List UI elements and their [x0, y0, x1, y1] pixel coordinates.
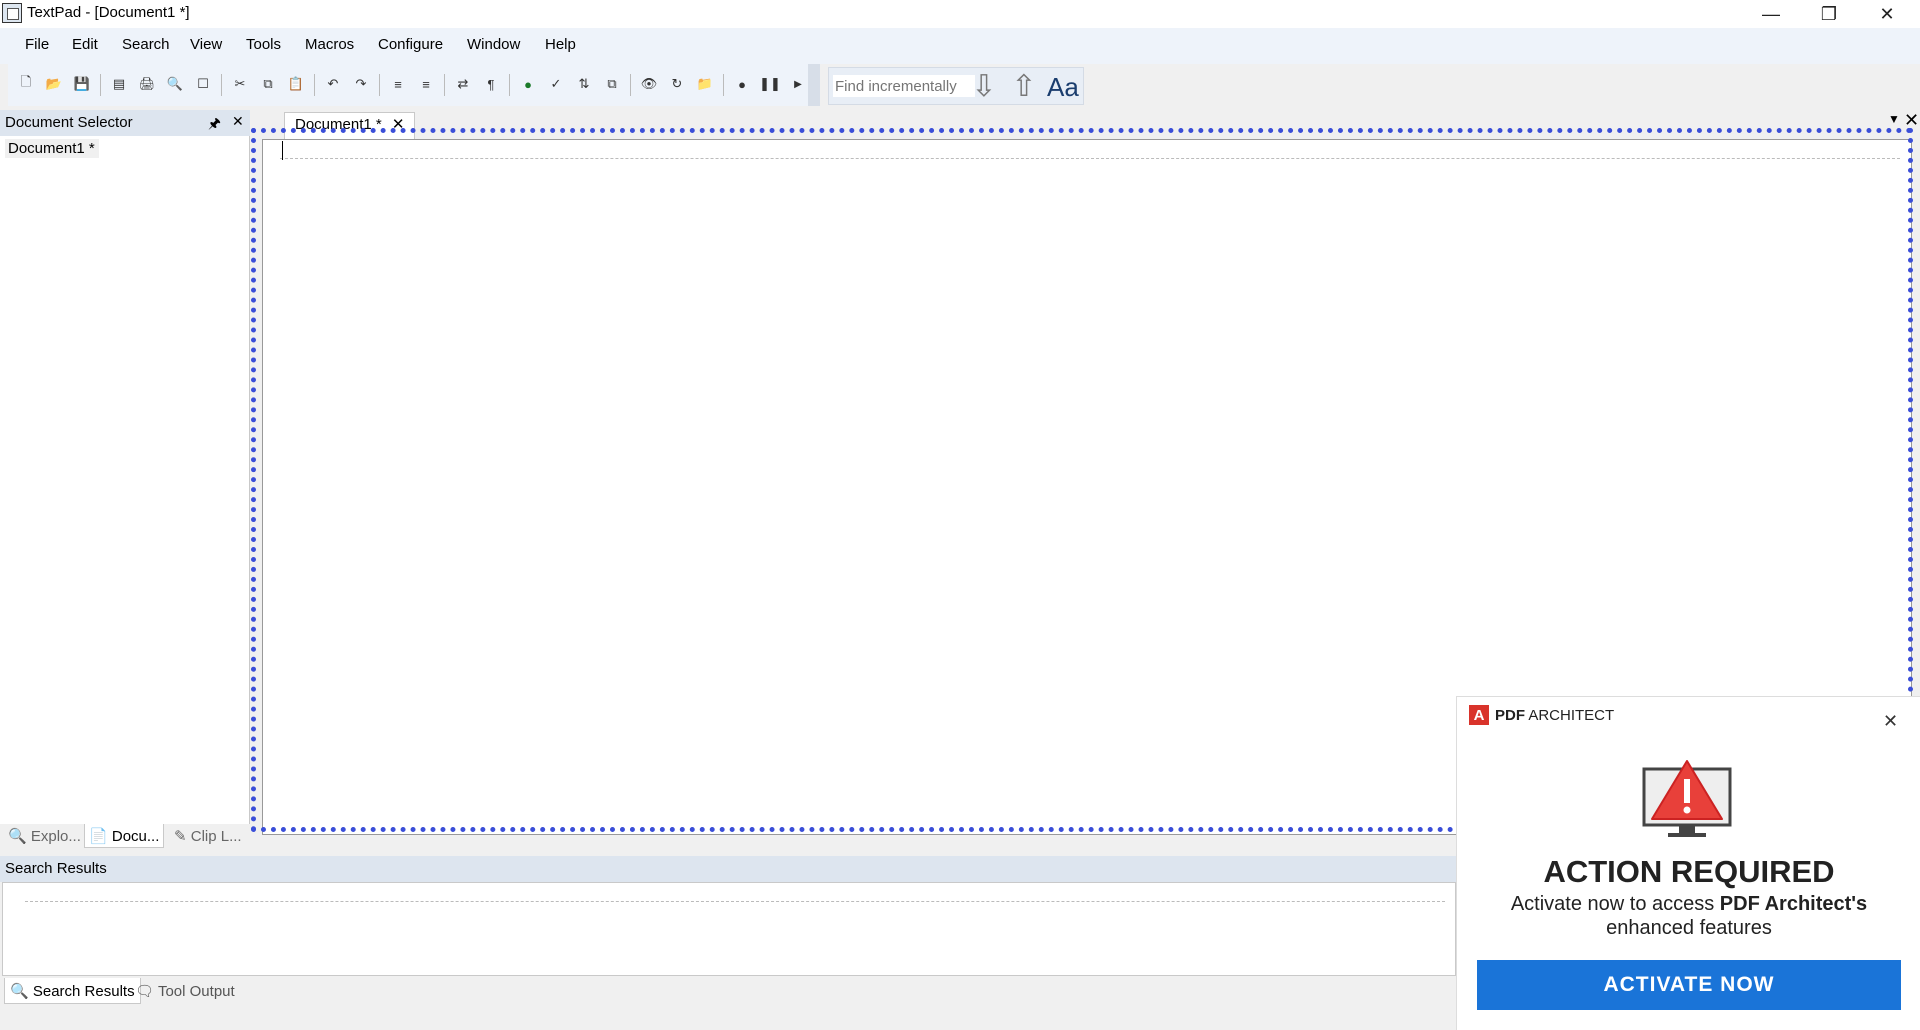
toolbar: 🗋 📂 💾 ▤ 🖨 🔍 ☐ ✂ ⧉ 📋 ↶ ↷ ≡ ≡ ⇄ ¶ ● ✓ ⇅ ⧉ … — [8, 64, 820, 106]
search-results-icon: 🔍 — [10, 983, 29, 1000]
close-window-button[interactable]: ✕ — [1858, 0, 1916, 28]
tab-clip-library[interactable]: ✎ Clip L... — [170, 824, 246, 848]
search-results-header: Search Results — [0, 856, 1456, 882]
search-results-pane[interactable] — [2, 882, 1456, 976]
document-selector-list: Document1 * — [0, 136, 250, 824]
textpad-app-icon[interactable] — [2, 3, 22, 23]
incremental-find-toolbar: ⇩ ⇧ Aa — [828, 67, 1084, 105]
pdf-architect-logo-icon: A — [1469, 705, 1489, 725]
page-icon[interactable]: ☐ — [193, 74, 213, 94]
tab-tool-output[interactable]: 🗨 Tool Output — [130, 978, 240, 1004]
menu-tools[interactable]: Tools — [246, 36, 281, 53]
close-document-icon[interactable]: ✕ — [1904, 110, 1919, 131]
document-selector-header: Document Selector 🖈 ✕ — [0, 110, 250, 137]
find-in-files-icon[interactable]: 📁 — [695, 74, 715, 94]
editor-tab-strip: Document1 * ✕ ▼ ✕ — [252, 110, 1920, 141]
record-macro-icon[interactable]: ● — [732, 74, 752, 94]
indent-icon[interactable]: ≡ — [388, 74, 408, 94]
menu-bar: File Edit Search View Tools Macros Confi… — [0, 28, 1920, 64]
menu-window[interactable]: Window — [467, 36, 520, 53]
alert-monitor-icon — [1642, 760, 1732, 837]
title-bar: TextPad - [Document1 *] — ❐ ✕ — [0, 0, 1920, 28]
pdf-architect-brand: PDF ARCHITECT — [1495, 707, 1615, 724]
word-wrap-icon[interactable]: ⇄ — [453, 74, 473, 94]
popup-close-icon[interactable]: ✕ — [1883, 711, 1898, 732]
find-incrementally-input[interactable] — [833, 75, 975, 97]
sort-icon[interactable]: ⇅ — [574, 74, 594, 94]
tab-document-selector[interactable]: 📄 Docu... — [84, 824, 165, 848]
popup-heading: ACTION REQUIRED — [1543, 854, 1835, 889]
save-all-icon[interactable]: ▤ — [109, 74, 129, 94]
menu-edit[interactable]: Edit — [72, 36, 98, 53]
current-line-marker — [280, 158, 1900, 159]
menu-macros[interactable]: Macros — [305, 36, 354, 53]
tab-document1[interactable]: Document1 * ✕ — [284, 112, 416, 141]
outdent-icon[interactable]: ≡ — [416, 74, 436, 94]
compare-icon[interactable]: ⧉ — [602, 74, 622, 94]
undo-icon[interactable]: ↶ — [323, 74, 343, 94]
cut-icon[interactable]: ✂ — [230, 74, 250, 94]
tab-search-results[interactable]: 🔍 Search Results — [4, 978, 141, 1004]
document-selector-title: Document Selector — [5, 114, 133, 131]
menu-view[interactable]: View — [190, 36, 222, 53]
redo-icon[interactable]: ↷ — [351, 74, 371, 94]
menu-file[interactable]: File — [25, 36, 49, 53]
web-browser-icon[interactable]: ● — [518, 74, 538, 94]
copy-icon[interactable]: ⧉ — [258, 74, 278, 94]
find-up-arrow-icon[interactable]: ⇧ — [1007, 70, 1041, 103]
tab-list-dropdown-icon[interactable]: ▼ — [1888, 112, 1900, 126]
open-folder-icon[interactable]: 📂 — [44, 74, 64, 94]
clip-icon: ✎ — [174, 828, 187, 845]
toolbar-overflow-chevron[interactable] — [808, 64, 820, 106]
play-macro-icon[interactable]: ▶ — [788, 74, 808, 94]
tab-explorer[interactable]: 🔍 Explo... — [4, 824, 85, 848]
close-pane-icon[interactable]: ✕ — [232, 113, 244, 130]
save-icon[interactable]: 💾 — [72, 74, 92, 94]
search-results-title: Search Results — [5, 860, 107, 877]
spell-check-icon[interactable]: ✓ — [546, 74, 566, 94]
bottom-pane-tabs: 🔍 Search Results 🗨 Tool Output — [0, 978, 1456, 1006]
text-caret — [282, 141, 283, 160]
close-tab-icon[interactable]: ✕ — [392, 116, 405, 133]
activate-now-button[interactable]: ACTIVATE NOW — [1477, 960, 1901, 1010]
left-pane-tabs: 🔍 Explo... 📄 Docu... ✎ Clip L... — [0, 824, 250, 850]
new-file-icon[interactable]: 🗋 — [16, 74, 36, 94]
menu-search[interactable]: Search — [122, 36, 170, 53]
pin-icon[interactable]: 🖈 — [208, 113, 221, 137]
pdf-architect-notification: A PDF ARCHITECT ✕ ACTION REQUIRED Activa… — [1456, 696, 1920, 1030]
print-icon[interactable]: 🖨 — [137, 74, 157, 94]
pause-macro-icon[interactable]: ❚❚ — [759, 74, 781, 94]
print-preview-icon[interactable]: 🔍 — [165, 74, 185, 94]
find-icon[interactable]: 👁 — [639, 74, 659, 94]
explorer-icon: 🔍 — [8, 828, 27, 845]
paragraph-mark-icon[interactable]: ¶ — [481, 74, 501, 94]
menu-configure[interactable]: Configure — [378, 36, 443, 53]
restore-button[interactable]: ❐ — [1800, 0, 1858, 28]
find-next-icon[interactable]: ↻ — [667, 74, 687, 94]
popup-message: Activate now to access PDF Architect's e… — [1510, 893, 1868, 939]
paste-icon[interactable]: 📋 — [286, 74, 306, 94]
match-case-icon[interactable]: Aa — [1047, 72, 1079, 103]
minimize-button[interactable]: — — [1742, 0, 1800, 28]
tool-output-icon: 🗨 — [135, 983, 155, 1000]
documents-icon: 📄 — [89, 828, 108, 845]
window-title: TextPad - [Document1 *] — [27, 4, 190, 21]
document-list-item[interactable]: Document1 * — [5, 139, 99, 158]
find-down-arrow-icon[interactable]: ⇩ — [967, 70, 1001, 103]
menu-help[interactable]: Help — [545, 36, 576, 53]
